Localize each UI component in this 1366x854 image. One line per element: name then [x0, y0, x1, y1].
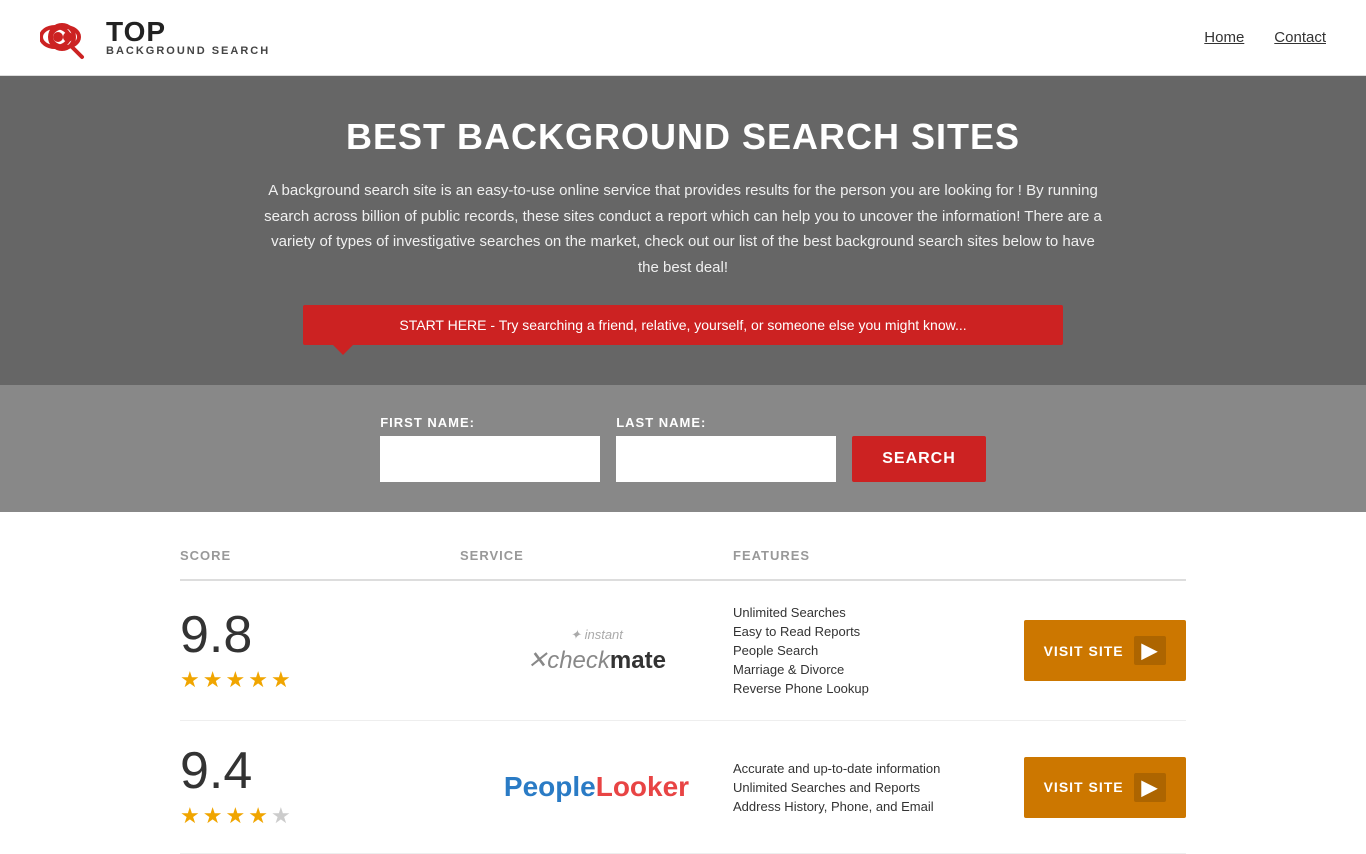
- score-number-2: 9.4: [180, 745, 252, 797]
- checkmate-brand: ✕checkmate: [527, 643, 666, 675]
- col-service: SERVICE: [460, 548, 733, 563]
- logo: TOP BACKGROUND SEARCH: [40, 10, 270, 65]
- arrow-icon-2: ▶: [1134, 773, 1166, 802]
- star-4: ★: [248, 667, 268, 693]
- star-5: ★: [271, 803, 291, 829]
- table-row: 9.8 ★ ★ ★ ★ ★ ✦ instant ✕checkmate Unlim…: [180, 581, 1186, 721]
- last-name-input[interactable]: [616, 436, 836, 482]
- logo-sub-text: BACKGROUND SEARCH: [106, 46, 270, 57]
- star-1: ★: [180, 667, 200, 693]
- visit-label-1: VISIT SITE: [1044, 643, 1124, 659]
- table-header: SCORE SERVICE FEATURES: [180, 532, 1186, 581]
- hero-section: BEST BACKGROUND SEARCH SITES A backgroun…: [0, 76, 1366, 385]
- visit-button-1[interactable]: VISIT SITE ▶: [1024, 620, 1186, 681]
- service-cell-1: ✦ instant ✕checkmate: [460, 627, 733, 675]
- main-nav: Home Contact: [1204, 29, 1326, 46]
- search-section: FIRST NAME: LAST NAME: SEARCH: [0, 385, 1366, 512]
- star-2: ★: [203, 667, 223, 693]
- stars-2: ★ ★ ★ ★ ★: [180, 803, 291, 829]
- table-row: 9.4 ★ ★ ★ ★ ★ PeopleLooker Accurate and …: [180, 721, 1186, 854]
- logo-icon: [40, 10, 100, 65]
- score-number-1: 9.8: [180, 609, 252, 661]
- instant-label: ✦ instant: [527, 627, 666, 643]
- callout-bar: START HERE - Try searching a friend, rel…: [303, 305, 1063, 345]
- col-score: SCORE: [180, 548, 460, 563]
- score-cell-1: 9.8 ★ ★ ★ ★ ★: [180, 609, 460, 693]
- search-form: FIRST NAME: LAST NAME: SEARCH: [20, 415, 1346, 482]
- feature-1-4: Reverse Phone Lookup: [733, 681, 1006, 696]
- feature-1-1: Easy to Read Reports: [733, 624, 1006, 639]
- logo-text: TOP BACKGROUND SEARCH: [106, 18, 270, 57]
- star-3: ★: [225, 667, 245, 693]
- score-cell-2: 9.4 ★ ★ ★ ★ ★: [180, 745, 460, 829]
- callout-text: START HERE - Try searching a friend, rel…: [399, 317, 966, 333]
- stars-1: ★ ★ ★ ★ ★: [180, 667, 291, 693]
- search-button[interactable]: SEARCH: [852, 436, 986, 482]
- results-table-section: SCORE SERVICE FEATURES 9.8 ★ ★ ★ ★ ★ ✦ i…: [0, 532, 1366, 854]
- arrow-icon-1: ▶: [1134, 636, 1166, 665]
- page-title: BEST BACKGROUND SEARCH SITES: [20, 116, 1346, 158]
- star-4: ★: [248, 803, 268, 829]
- col-action: [1006, 548, 1186, 563]
- features-cell-1: Unlimited Searches Easy to Read Reports …: [733, 605, 1006, 696]
- star-1: ★: [180, 803, 200, 829]
- star-5: ★: [271, 667, 291, 693]
- star-2: ★: [203, 803, 223, 829]
- star-3: ★: [225, 803, 245, 829]
- col-features: FEATURES: [733, 548, 1006, 563]
- peoplelooker-brand: PeopleLooker: [504, 771, 689, 803]
- first-name-group: FIRST NAME:: [380, 415, 600, 482]
- last-name-group: LAST NAME:: [616, 415, 836, 482]
- visit-cell-2: VISIT SITE ▶: [1006, 757, 1186, 818]
- first-name-label: FIRST NAME:: [380, 415, 600, 430]
- feature-1-3: Marriage & Divorce: [733, 662, 1006, 677]
- features-cell-2: Accurate and up-to-date information Unli…: [733, 761, 1006, 814]
- feature-1-0: Unlimited Searches: [733, 605, 1006, 620]
- site-header: TOP BACKGROUND SEARCH Home Contact: [0, 0, 1366, 76]
- nav-home[interactable]: Home: [1204, 29, 1244, 46]
- feature-2-0: Accurate and up-to-date information: [733, 761, 1006, 776]
- visit-label-2: VISIT SITE: [1044, 779, 1124, 795]
- service-cell-2: PeopleLooker: [460, 771, 733, 803]
- checkmate-logo: ✦ instant ✕checkmate: [527, 627, 666, 675]
- nav-contact[interactable]: Contact: [1274, 29, 1326, 46]
- logo-top-text: TOP: [106, 18, 270, 46]
- visit-cell-1: VISIT SITE ▶: [1006, 620, 1186, 681]
- feature-2-1: Unlimited Searches and Reports: [733, 780, 1006, 795]
- visit-button-2[interactable]: VISIT SITE ▶: [1024, 757, 1186, 818]
- hero-description: A background search site is an easy-to-u…: [263, 178, 1103, 280]
- last-name-label: LAST NAME:: [616, 415, 836, 430]
- feature-2-2: Address History, Phone, and Email: [733, 799, 1006, 814]
- feature-1-2: People Search: [733, 643, 1006, 658]
- first-name-input[interactable]: [380, 436, 600, 482]
